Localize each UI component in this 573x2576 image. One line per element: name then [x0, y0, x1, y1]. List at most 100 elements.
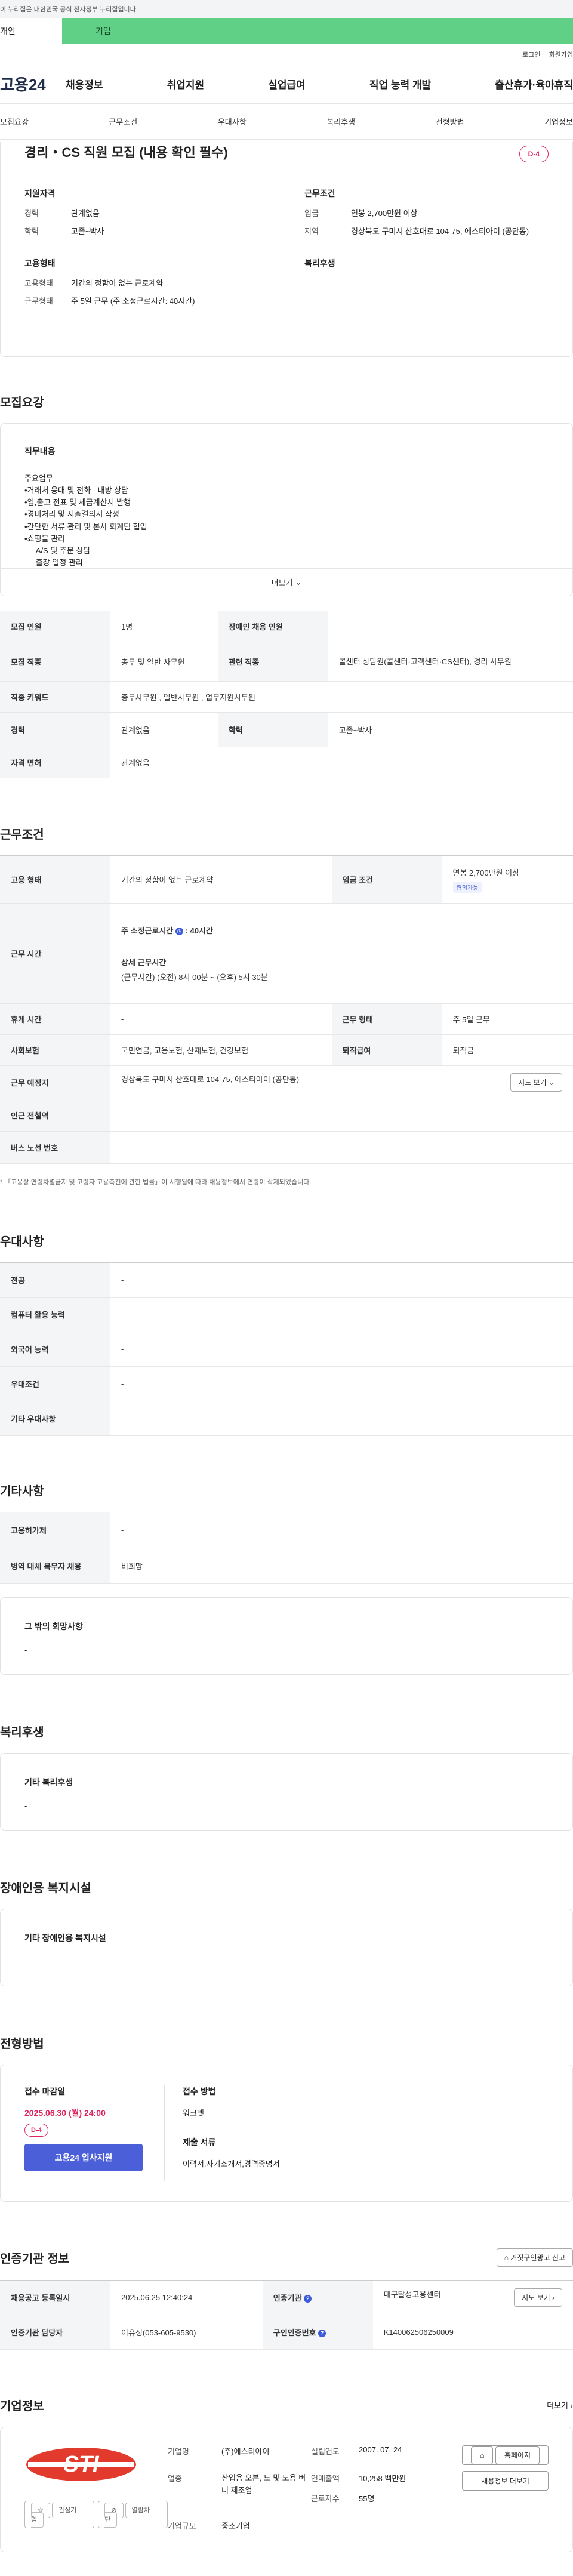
docs-value: 이력서,자기소개서,경력증명서 [183, 2159, 280, 2168]
info-icon[interactable]: ? [318, 2330, 326, 2338]
table-value: - [110, 1003, 332, 1035]
table-label: 인증기관 ? [262, 2280, 373, 2315]
preference-table: 전공 - 컴퓨터 활용 능력 - 외국어 능력 - 우대조건 - 기타 우대사항 - [0, 1262, 573, 1436]
hours-cell: 주 소정근로시간 ◷ : 40시간 상세 근무시간 (근무시간) (오전) 8시… [110, 903, 573, 1004]
table-label: 병역 대체 복무자 채용 [0, 1548, 110, 1584]
table-label: 임금 조건 [331, 855, 442, 904]
menu-unemployment-benefit[interactable]: 실업급여 [268, 76, 306, 91]
block-view-button[interactable]: ⊘ 열람차단 [98, 2501, 168, 2528]
company-label: 근로자수 [311, 2494, 340, 2504]
job-title: 경리・CS 직원 모집 (내용 확인 필수) [24, 145, 228, 160]
wage-cell: 연봉 2,700만원 이상 협의가능 [442, 855, 573, 904]
site-logo[interactable]: 고용24 [0, 73, 66, 95]
report-fake-ad-button[interactable]: ⌂ 거짓구인광고 신고 [496, 2248, 573, 2267]
wage-value: 연봉 2,700만원 이상 [452, 868, 520, 877]
disabled-box-value: - [24, 1957, 27, 1966]
table-label: 인근 전철역 [0, 1099, 110, 1132]
menu-employment-support[interactable]: 취업지원 [167, 76, 205, 91]
table-value: - [110, 1099, 573, 1132]
table-value: 2025.06.25 12:40:24 [110, 2280, 263, 2315]
table-label: 휴게 시간 [0, 1003, 110, 1035]
table-label: 우대조건 [0, 1366, 110, 1401]
homepage-button[interactable]: ⌂ 홈페이지 [462, 2445, 549, 2465]
menu-vocational-training[interactable]: 직업 능력 개발 [369, 76, 431, 91]
cert-section-title: 인증기관 정보 [0, 2253, 69, 2266]
table-label: 외국어 능력 [0, 1332, 110, 1367]
apply-button[interactable]: 고용24 입사지원 [24, 2144, 143, 2171]
table-value: 콜센터 상담원(콜센터·고객센터·CS센터), 경리 사무원 [328, 642, 573, 682]
tab-recruit[interactable]: 모집요강 [0, 116, 29, 127]
home-icon: ⌂ [471, 2446, 494, 2464]
disabled-box: 기타 장애인용 복지시설 - [0, 1909, 573, 1986]
deadline-value: 2025.06.30 (월) 24:00 [24, 2108, 106, 2118]
emp-type-label: 고용형태 [24, 279, 53, 288]
qual-edu-label: 학력 [24, 226, 39, 236]
company-label: 설립연도 [311, 2447, 340, 2456]
tab-company[interactable]: 기업 [62, 18, 573, 44]
etc-section-title: 기타사항 [0, 1485, 44, 1498]
other-wish-heading: 그 밖의 희망사항 [24, 1622, 83, 1631]
table-label: 컴퓨터 활용 능력 [0, 1297, 110, 1332]
qual-career-value: 관계없음 [71, 209, 100, 218]
menu-jobs[interactable]: 채용정보 [66, 76, 103, 91]
tab-preference[interactable]: 우대사항 [218, 116, 247, 127]
tab-welfare[interactable]: 복리후생 [326, 116, 355, 127]
menu-parental-leave[interactable]: 출산휴가·육아휴직 [495, 76, 573, 91]
login-link[interactable]: 로그인 [522, 50, 540, 59]
tab-process[interactable]: 전형방법 [436, 116, 464, 127]
place-cell: 경상북도 구미시 산호대로 104-75, 에스티아이 (공단동) 지도 보기 … [110, 1065, 573, 1099]
welfare-heading: 복리후생 [304, 258, 335, 268]
company-value-group: 10,258 백만원 55명 [359, 2472, 442, 2506]
cert-map-label: 지도 보기 [522, 2294, 550, 2302]
tab-company[interactable]: 기업정보 [544, 116, 573, 127]
work-heading: 근무조건 [304, 189, 335, 198]
company-label: 연매출액 [311, 2474, 340, 2483]
table-value: 기간의 정함이 없는 근로계약 [110, 855, 332, 904]
wage-label: 임금 [304, 209, 319, 218]
signup-link[interactable]: 회원가입 [549, 50, 573, 59]
table-label: 자격 면허 [0, 747, 110, 778]
weekly-hours-value: : 40시간 [185, 926, 213, 935]
map-button[interactable]: 지도 보기 ⌄ [510, 1073, 562, 1092]
gov-banner: 이 누리집은 대한민국 공식 전자정부 누리집입니다. [0, 0, 573, 18]
table-label: 퇴직급여 [331, 1034, 442, 1066]
table-value: - [110, 1401, 573, 1436]
welfare-box-value: - [24, 1801, 27, 1810]
table-label: 근무 예정지 [0, 1065, 110, 1099]
table-label: 관련 직종 [217, 642, 328, 682]
tab-work[interactable]: 근무조건 [109, 116, 137, 127]
other-wish-value: - [24, 1646, 27, 1654]
map-button-label: 지도 보기 [518, 1079, 547, 1087]
user-type-tabs: 개인 기업 [0, 18, 573, 44]
favorite-company-button[interactable]: ☆ 관심기업 [24, 2501, 95, 2528]
company-more-label: 더보기 [547, 2401, 569, 2410]
clock-icon: ◷ [175, 928, 183, 936]
method-heading: 접수 방법 [183, 2087, 216, 2096]
table-value: - [110, 1366, 573, 1401]
company-more-link[interactable]: 더보기 › [547, 2399, 573, 2411]
job-summary-card: 경리・CS 직원 모집 (내용 확인 필수) D-4 지원자격 경력 관계없음 학… [0, 142, 573, 357]
cert-map-button[interactable]: 지도 보기 › [514, 2288, 562, 2307]
company-label-group: 연매출액근로자수 [311, 2472, 359, 2506]
table-label: 모집 직종 [0, 642, 110, 682]
table-label: 전공 [0, 1262, 110, 1298]
company-jobs-button[interactable]: 채용정보 더보기 [462, 2471, 549, 2491]
recruit-table: 모집 인원 1명 장애인 채용 인원 - 모집 직종 총무 및 일반 사무원 관… [0, 611, 573, 778]
cert-agency-label: 인증기관 [273, 2294, 302, 2303]
chevron-right-icon: › [552, 2294, 554, 2302]
table-label: 구인인증번호 ? [262, 2315, 373, 2350]
tab-personal[interactable]: 개인 [0, 18, 62, 44]
utility-links: 로그인 회원가입 [0, 44, 573, 64]
table-label: 고용 형태 [0, 855, 110, 904]
dday-badge: D-4 [519, 146, 549, 162]
info-icon[interactable]: ? [304, 2295, 312, 2303]
table-value: - [328, 611, 573, 642]
wage-value: 연봉 2,700만원 이상 [351, 209, 418, 218]
table-label: 고용허가제 [0, 1512, 110, 1548]
table-label: 장애인 채용 인원 [217, 611, 328, 642]
section-tabs: 모집요강 근무조건 우대사항 복리후생 전형방법 기업정보 [0, 104, 573, 140]
disabled-box-heading: 기타 장애인용 복지시설 [24, 1933, 106, 1943]
table-label: 근무 시간 [0, 903, 110, 1004]
gov-banner-text: 이 누리집은 대한민국 공식 전자정부 누리집입니다. [0, 6, 138, 13]
duty-more-button[interactable]: 더보기 ⌄ [1, 568, 572, 596]
